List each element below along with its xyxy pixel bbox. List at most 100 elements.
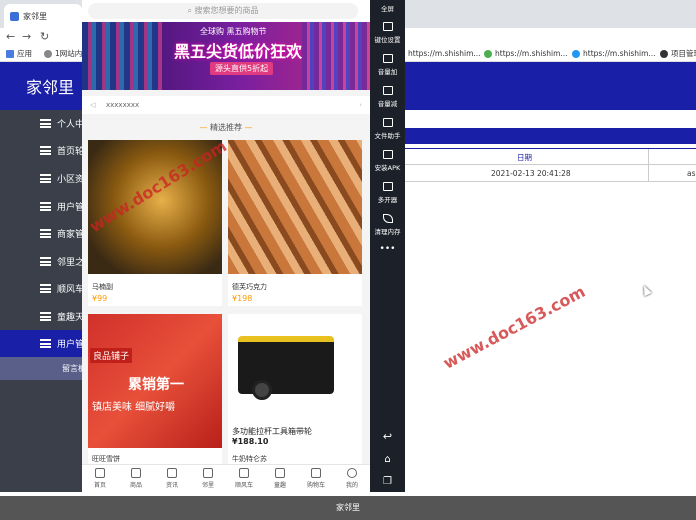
product-name: 牛奶特仑苏 — [232, 455, 267, 463]
file-helper-button[interactable]: 文件助手 — [370, 118, 405, 140]
tab-news[interactable]: 资讯 — [158, 468, 186, 489]
sidebar-item-neighbors[interactable]: 邻里之家 — [0, 248, 93, 275]
tab-home[interactable]: 首页 — [86, 468, 114, 489]
cart-icon — [311, 468, 321, 478]
tab-goods[interactable]: 商品 — [122, 468, 150, 489]
search-input[interactable]: ⌕ 搜索您想要的商品 — [88, 3, 358, 19]
banner-tag: 全球购 黑五购物节 — [200, 27, 267, 36]
browser-tab[interactable]: 家邻里 — [4, 4, 82, 28]
bookmark-2[interactable]: https://m.shishim... — [408, 46, 481, 62]
list-icon — [40, 119, 51, 128]
banner-decoration — [82, 22, 162, 90]
list-icon — [40, 174, 51, 183]
rocket-icon — [382, 214, 393, 223]
grid-icon — [131, 468, 141, 478]
volume-up-button[interactable]: 音量加 — [370, 54, 405, 76]
tab-neighbors[interactable]: 邻里 — [194, 468, 222, 489]
back-icon[interactable]: ← — [6, 28, 15, 46]
product-image — [228, 314, 362, 418]
list-icon — [40, 339, 51, 348]
notice-text: xxxxxxxx — [106, 101, 140, 109]
back-nav-icon[interactable]: ↩ — [370, 430, 405, 443]
chevron-right-icon: › — [359, 101, 362, 109]
grid-icon — [167, 468, 177, 478]
home-icon — [95, 468, 105, 478]
monitor-icon — [382, 118, 393, 127]
product-price: ¥198 — [232, 294, 253, 303]
grid-icon — [203, 468, 213, 478]
product-card[interactable]: 良品铺子 累销第一 镇店美味 细腻好嚼 旺旺雪饼 — [88, 314, 222, 464]
list-icon — [40, 202, 51, 211]
sidebar-item-carousel[interactable]: 首页轮播 — [0, 137, 93, 164]
list-icon — [40, 312, 51, 321]
admin-logo: 家邻里 — [26, 78, 75, 97]
sidebar-item-carpool[interactable]: 顺风车 — [0, 275, 84, 302]
phone-screen: ⌕ 搜索您想要的商品 全球购 黑五购物节 黑五尖货低价狂欢 源头直供5折起 ◁ … — [82, 0, 370, 492]
mouse-cursor-icon — [640, 283, 652, 297]
tab-kids[interactable]: 童趣 — [266, 468, 294, 489]
product-price: ¥99 — [92, 294, 108, 303]
more-icon[interactable]: ••• — [370, 244, 405, 254]
watermark: www.doc163.com — [440, 281, 589, 373]
tab-cart[interactable]: 购物车 — [302, 468, 330, 489]
notice-bar[interactable]: ◁ xxxxxxxx › — [82, 96, 370, 114]
grid-icon — [239, 468, 249, 478]
tab-title: 家邻里 — [23, 11, 47, 21]
multi-window-icon — [382, 182, 393, 191]
tab-me[interactable]: 我的 — [338, 468, 366, 489]
list-icon — [40, 146, 51, 155]
sidebar-item-personal[interactable]: 个人中心 — [0, 110, 93, 137]
multi-instance-button[interactable]: 多开器 — [370, 182, 405, 204]
sidebar-subitem-message[interactable]: 留言板 — [0, 357, 82, 380]
shop-slogan: 累销第一 — [128, 377, 184, 393]
search-icon: ⌕ — [187, 6, 195, 15]
product-name: 旺旺雪饼 — [92, 455, 120, 463]
list-icon — [40, 257, 51, 266]
cell-extra: as — [687, 169, 696, 178]
data-table: 日期 2021-02-13 20:41:28 as — [405, 148, 696, 182]
keymap-button[interactable]: 键位设置 — [370, 22, 405, 44]
admin-footer: 家邻里 — [0, 496, 696, 520]
apk-icon — [382, 150, 393, 159]
product-image — [228, 140, 362, 274]
sidebar-item-merchants[interactable]: 商家管理 — [0, 220, 93, 247]
favicon-icon — [10, 11, 19, 21]
bookmark-5[interactable]: 项目管理 — [660, 46, 696, 62]
list-icon — [40, 284, 51, 293]
column-header-date: 日期 — [517, 153, 532, 162]
reload-icon[interactable]: ↻ — [40, 28, 49, 46]
keyboard-icon — [382, 22, 393, 31]
volume-down-icon — [382, 86, 393, 95]
home-nav-icon[interactable]: ⌂ — [370, 454, 405, 465]
sidebar-item-user-mgmt[interactable]: 用户管理 — [0, 330, 93, 357]
tab-carpool[interactable]: 顺风车 — [230, 468, 258, 489]
clean-memory-button[interactable]: 清理内存 — [370, 214, 405, 236]
bookmark-3[interactable]: https://m.shishim... — [484, 46, 568, 62]
sidebar-item-news[interactable]: 小区资讯 — [0, 165, 93, 192]
sidebar-item-users[interactable]: 用户管理 — [0, 193, 93, 220]
shop-slogan: 镇店美味 细腻好嚼 — [92, 402, 176, 413]
bookmark-apps[interactable]: 应用 — [6, 46, 32, 62]
wheel-shape — [252, 380, 272, 400]
speaker-icon: ◁ — [90, 101, 96, 109]
volume-down-button[interactable]: 音量减 — [370, 86, 405, 108]
sidebar-item-kids[interactable]: 童趣天地 — [0, 303, 93, 330]
product-price: ¥188.10 — [232, 437, 269, 446]
forward-icon[interactable]: → — [22, 28, 31, 46]
product-card[interactable]: 多功能拉杆工具箱带轮 ¥188.10 牛奶特仑苏 — [228, 314, 362, 464]
table-row[interactable]: 2021-02-13 20:41:28 as — [405, 165, 696, 182]
banner-subtitle: 源头直供5折起 — [210, 62, 274, 75]
table-header-row: 日期 — [405, 149, 696, 165]
recent-apps-icon[interactable]: ❐ — [370, 476, 405, 487]
bookmark-4[interactable]: https://m.shishim... — [572, 46, 656, 62]
content-title-bar — [405, 128, 696, 144]
volume-up-icon — [382, 54, 393, 63]
banner-title: 黑五尖货低价狂欢 — [174, 42, 303, 61]
list-icon — [40, 229, 51, 238]
product-name: 多功能拉杆工具箱带轮 — [232, 427, 312, 436]
install-apk-button[interactable]: 安装APK — [370, 150, 405, 172]
fullscreen-button[interactable]: 全屏 — [370, 3, 405, 13]
section-title: — 精选推荐 — — [199, 123, 253, 132]
product-card[interactable]: 德芙巧克力 ¥198 — [228, 140, 362, 306]
grid-icon — [275, 468, 285, 478]
